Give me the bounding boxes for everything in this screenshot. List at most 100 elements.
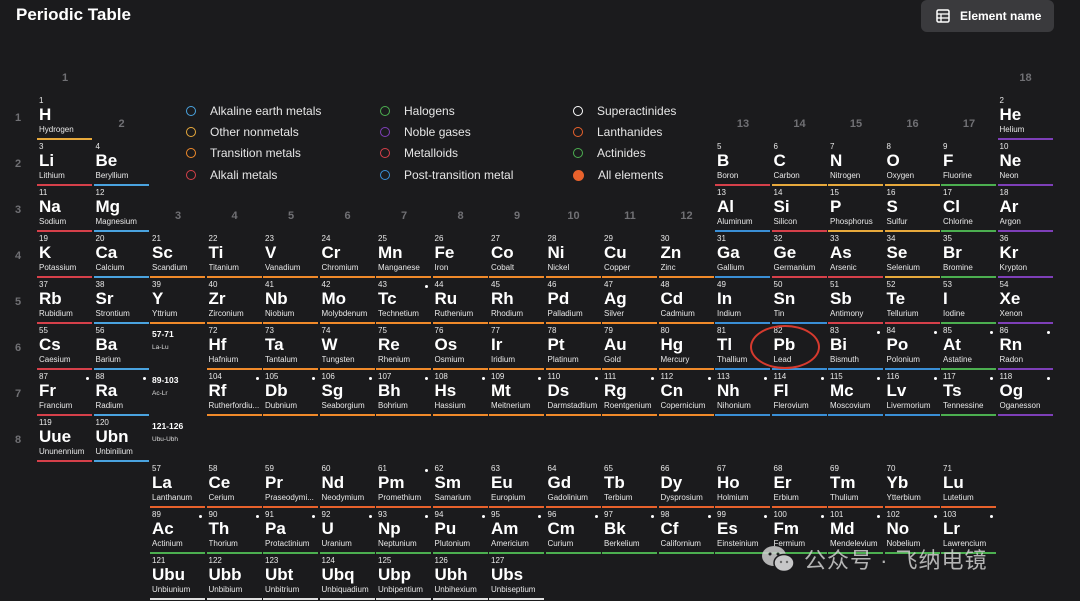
element-cell[interactable]: 84 Po Polonium [884, 325, 940, 370]
element-cell[interactable]: 17 Cl Chlorine [941, 187, 996, 232]
element-cell[interactable]: 14 Si Silicon [771, 187, 827, 232]
element-cell[interactable]: 63 Eu Europium [489, 463, 544, 508]
element-cell[interactable]: 59 Pr Praseodymi... [263, 463, 318, 508]
element-cell[interactable]: 6 C Carbon [771, 141, 827, 186]
element-cell[interactable]: 13 Al Aluminum [715, 187, 770, 232]
legend-item[interactable]: Other nonmetals [186, 125, 299, 139]
element-cell[interactable]: 35 Br Bromine [941, 233, 996, 278]
element-cell[interactable]: 38 Sr Strontium [93, 279, 149, 324]
element-cell[interactable]: 92 U Uranium [319, 509, 375, 554]
element-cell[interactable]: 95 Am Americium [489, 509, 544, 554]
element-cell[interactable]: 56 Ba Barium [93, 325, 149, 370]
element-cell[interactable]: 21 Sc Scandium [150, 233, 205, 278]
element-cell[interactable]: 73 Ta Tantalum [263, 325, 318, 370]
element-cell[interactable]: 71 Lu Lutetium [941, 463, 996, 508]
element-cell[interactable]: 50 Sn Tin [771, 279, 827, 324]
element-cell[interactable]: 121 Ubu Unbiunium [150, 555, 205, 600]
legend-item[interactable]: All elements [573, 168, 663, 182]
element-cell[interactable]: 19 K Potassium [37, 233, 92, 278]
element-cell[interactable]: 105 Db Dubnium [263, 371, 318, 416]
element-cell[interactable]: 83 Bi Bismuth [828, 325, 883, 370]
element-cell[interactable]: 55 Cs Caesium [37, 325, 92, 370]
element-cell[interactable]: 91 Pa Protactinium [263, 509, 318, 554]
element-cell[interactable]: 110 Ds Darmstadtium [545, 371, 601, 416]
element-cell[interactable]: 10 Ne Neon [997, 141, 1053, 186]
element-cell[interactable]: 53 I Iodine [941, 279, 996, 324]
legend-item[interactable]: Actinides [573, 146, 646, 160]
element-cell[interactable]: 113 Nh Nihonium [715, 371, 770, 416]
element-cell[interactable]: 112 Cn Copernicium [658, 371, 714, 416]
element-cell[interactable]: 27 Co Cobalt [489, 233, 544, 278]
series-placeholder[interactable]: 57-71 La-Lu [150, 325, 205, 370]
legend-item[interactable]: Transition metals [186, 146, 301, 160]
element-cell[interactable]: 20 Ca Calcium [93, 233, 149, 278]
element-cell[interactable]: 80 Hg Mercury [658, 325, 714, 370]
element-cell[interactable]: 52 Te Tellurium [884, 279, 940, 324]
element-cell[interactable]: 36 Kr Krypton [997, 233, 1053, 278]
element-cell[interactable]: 86 Rn Radon [997, 325, 1053, 370]
legend-item[interactable]: Metalloids [380, 146, 458, 160]
element-cell[interactable]: 104 Rf Rutherfordiu... [206, 371, 262, 416]
element-cell[interactable]: 5 B Boron [715, 141, 770, 186]
element-cell[interactable]: 117 Ts Tennessine [941, 371, 996, 416]
element-cell[interactable]: 26 Fe Iron [432, 233, 488, 278]
element-cell[interactable]: 122 Ubb Unbibium [206, 555, 262, 600]
element-cell[interactable]: 60 Nd Neodymium [319, 463, 375, 508]
element-cell[interactable]: 40 Zr Zirconium [206, 279, 262, 324]
element-cell[interactable]: 45 Rh Rhodium [489, 279, 544, 324]
element-cell[interactable]: 24 Cr Chromium [319, 233, 375, 278]
element-cell[interactable]: 48 Cd Cadmium [658, 279, 714, 324]
legend-item[interactable]: Alkali metals [186, 168, 277, 182]
series-placeholder[interactable]: 89-103 Ac-Lr [150, 371, 205, 416]
element-cell[interactable]: 37 Rb Rubidium [37, 279, 92, 324]
element-cell-highlighted[interactable]: 82 Pb Lead [771, 325, 827, 370]
element-cell[interactable]: 127 Ubs Unbiseptium [489, 555, 544, 600]
element-cell[interactable]: 75 Re Rhenium [376, 325, 431, 370]
element-cell[interactable]: 124 Ubq Unbiquadium [319, 555, 375, 600]
element-cell[interactable]: 1 H Hydrogen [37, 95, 92, 140]
element-cell[interactable]: 34 Se Selenium [884, 233, 940, 278]
element-cell[interactable]: 70 Yb Ytterbium [884, 463, 940, 508]
element-cell[interactable]: 33 As Arsenic [828, 233, 883, 278]
element-cell[interactable]: 64 Gd Gadolinium [545, 463, 601, 508]
element-cell[interactable]: 12 Mg Magnesium [93, 187, 149, 232]
legend-item[interactable]: Alkaline earth metals [186, 104, 321, 118]
element-cell[interactable]: 123 Ubt Unbitrium [263, 555, 318, 600]
legend-item[interactable]: Noble gases [380, 125, 471, 139]
element-cell[interactable]: 16 S Sulfur [884, 187, 940, 232]
element-cell[interactable]: 62 Sm Samarium [432, 463, 488, 508]
element-cell[interactable]: 28 Ni Nickel [545, 233, 601, 278]
element-cell[interactable]: 66 Dy Dysprosium [658, 463, 714, 508]
element-cell[interactable]: 32 Ge Germanium [771, 233, 827, 278]
element-cell[interactable]: 72 Hf Hafnium [206, 325, 262, 370]
element-cell[interactable]: 93 Np Neptunium [376, 509, 431, 554]
element-cell[interactable]: 106 Sg Seaborgium [319, 371, 375, 416]
element-cell[interactable]: 116 Lv Livermorium [884, 371, 940, 416]
element-cell[interactable]: 78 Pt Platinum [545, 325, 601, 370]
element-cell[interactable]: 74 W Tungsten [319, 325, 375, 370]
element-cell[interactable]: 111 Rg Roentgenium [602, 371, 657, 416]
element-cell[interactable]: 76 Os Osmium [432, 325, 488, 370]
element-cell[interactable]: 51 Sb Antimony [828, 279, 883, 324]
element-cell[interactable]: 4 Be Beryllium [93, 141, 149, 186]
element-cell[interactable]: 7 N Nitrogen [828, 141, 883, 186]
element-cell[interactable]: 87 Fr Francium [37, 371, 92, 416]
element-cell[interactable]: 90 Th Thorium [206, 509, 262, 554]
element-cell[interactable]: 126 Ubh Unbihexium [432, 555, 488, 600]
element-cell[interactable]: 15 P Phosphorus [828, 187, 883, 232]
element-cell[interactable]: 58 Ce Cerium [206, 463, 262, 508]
element-cell[interactable]: 8 O Oxygen [884, 141, 940, 186]
element-cell[interactable]: 42 Mo Molybdenum [319, 279, 375, 324]
element-cell[interactable]: 9 F Fluorine [941, 141, 996, 186]
element-cell[interactable]: 96 Cm Curium [545, 509, 601, 554]
element-cell[interactable]: 47 Ag Silver [602, 279, 657, 324]
element-cell[interactable]: 65 Tb Terbium [602, 463, 657, 508]
series-placeholder[interactable]: 121-126 Ubu-Ubh [150, 417, 205, 462]
element-cell[interactable]: 22 Ti Titanium [206, 233, 262, 278]
element-cell[interactable]: 61 Pm Promethium [376, 463, 431, 508]
element-cell[interactable]: 114 Fl Flerovium [771, 371, 827, 416]
element-cell[interactable]: 49 In Indium [715, 279, 770, 324]
element-cell[interactable]: 119 Uue Ununennium [37, 417, 92, 462]
element-cell[interactable]: 11 Na Sodium [37, 187, 92, 232]
element-cell[interactable]: 3 Li Lithium [37, 141, 92, 186]
